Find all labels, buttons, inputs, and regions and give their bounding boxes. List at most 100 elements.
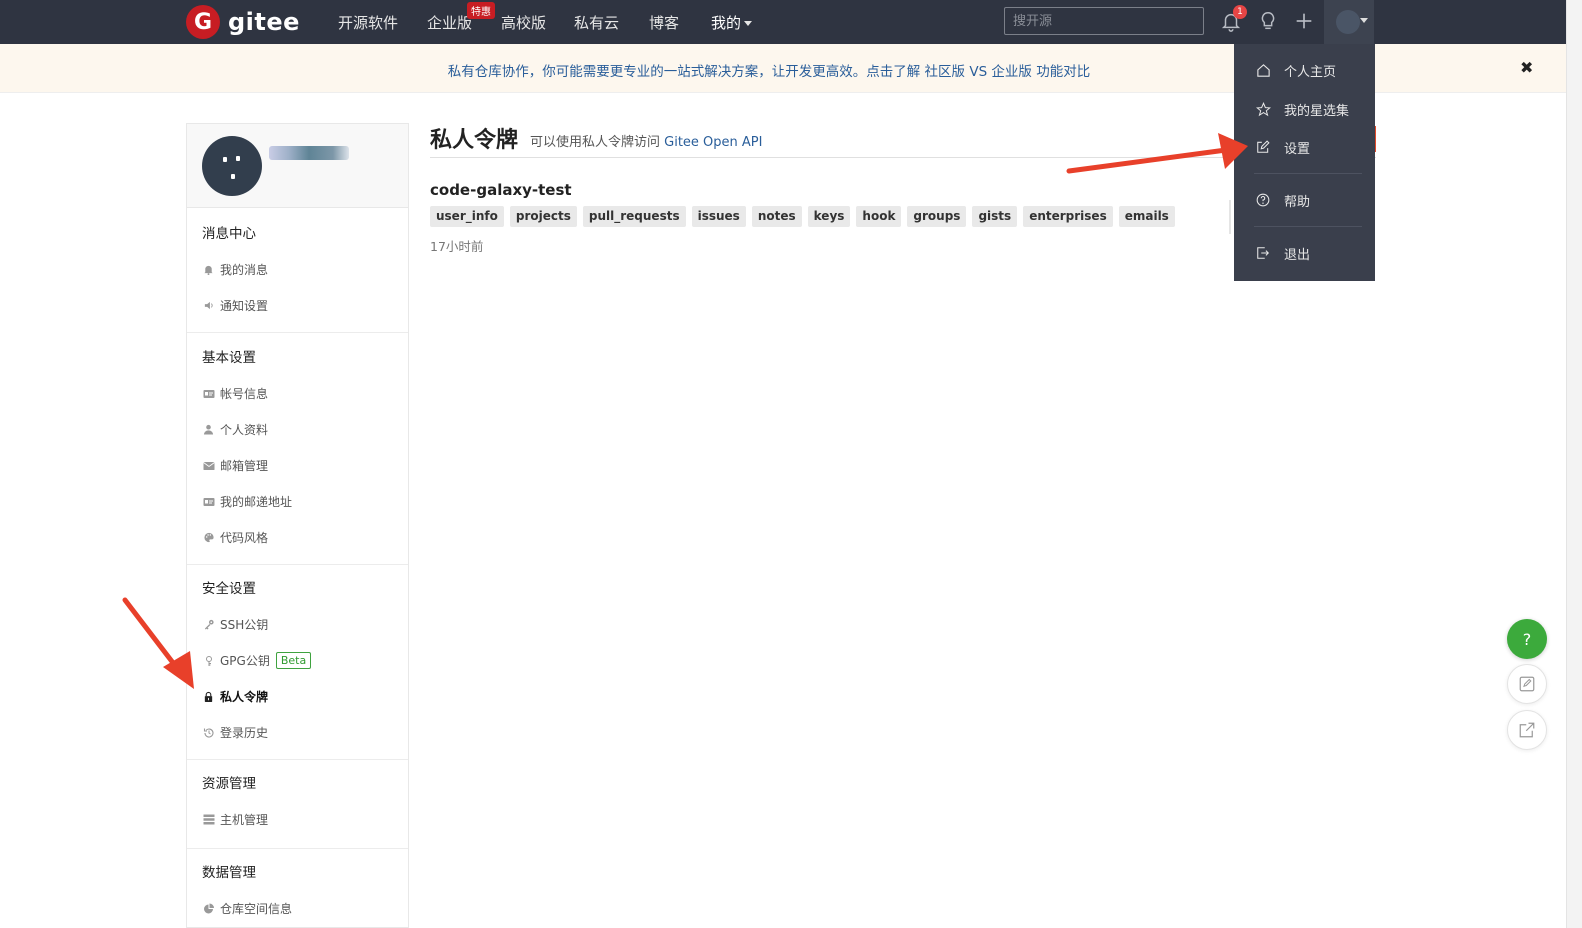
scope-badge: groups	[907, 206, 967, 227]
page-subtitle: 可以使用私人令牌访问 Gitee Open API	[530, 131, 762, 150]
sidebar-item-private-tokens[interactable]: 私人令牌	[202, 688, 268, 705]
home-icon	[1254, 63, 1272, 78]
id-card-icon	[202, 387, 215, 400]
envelope-icon	[202, 459, 215, 472]
sidebar-item-label: 登录历史	[220, 726, 269, 740]
plus-icon[interactable]	[1293, 10, 1315, 32]
nav-blog[interactable]: 博客	[649, 12, 679, 33]
sidebar-item-label: 主机管理	[220, 813, 269, 827]
gitee-logo-icon: G	[186, 5, 220, 39]
nav-enterprise[interactable]: 企业版	[427, 12, 472, 33]
sidebar-item-account[interactable]: 帐号信息	[202, 385, 268, 402]
help-float-label: ?	[1522, 629, 1532, 649]
page-subtitle-text: 可以使用私人令牌访问	[530, 135, 665, 150]
history-icon	[202, 726, 215, 739]
nav-mine-label: 我的	[711, 14, 742, 32]
help-float-button[interactable]: ?	[1507, 619, 1547, 659]
nav-university[interactable]: 高校版	[501, 12, 546, 33]
page-title: 私人令牌	[430, 128, 519, 153]
dropdown-item-label: 我的星选集	[1284, 103, 1350, 119]
arrow-to-private-tokens	[122, 597, 194, 689]
external-link-icon	[1519, 722, 1535, 738]
scope-badge: hook	[856, 206, 902, 227]
sidebar-group-messages: 消息中心	[202, 226, 256, 242]
sidebar-item-label: 个人资料	[220, 423, 269, 437]
nav-mine[interactable]: 我的	[711, 12, 753, 33]
nav-open-source[interactable]: 开源软件	[338, 12, 398, 33]
bell-icon	[202, 263, 215, 276]
sidebar-group-data: 数据管理	[202, 865, 256, 881]
sidebar-item-label: GPG公钥	[220, 654, 270, 668]
token-scopes: user_info projects pull_requests issues …	[430, 206, 1175, 227]
star-icon	[1254, 101, 1272, 117]
open-api-link[interactable]: Gitee Open API	[664, 135, 762, 150]
sidebar-item-label: 私人令牌	[220, 690, 269, 704]
arrow-to-settings	[1066, 133, 1248, 174]
dropdown-item-label: 帮助	[1284, 194, 1311, 210]
avatar[interactable]	[202, 136, 262, 196]
dropdown-item-label: 个人主页	[1284, 64, 1337, 80]
sidebar-item-hosts[interactable]: 主机管理	[202, 811, 268, 828]
dropdown-item-stars[interactable]: 我的星选集	[1234, 94, 1375, 124]
sidebar-item-label: 通知设置	[220, 299, 269, 313]
address-card-icon	[202, 495, 215, 508]
user-icon	[202, 423, 215, 436]
settings-sidebar: 消息中心 我的消息 通知设置 基本设置 帐号信息 个人资料 邮箱管理 我的邮递地…	[186, 123, 409, 928]
chevron-down-icon	[744, 21, 753, 26]
sidebar-item-my-messages[interactable]: 我的消息	[202, 261, 268, 278]
sidebar-item-ssh-keys[interactable]: SSH公钥	[202, 616, 268, 633]
palette-icon	[202, 531, 215, 544]
sidebar-group-basic: 基本设置	[202, 350, 256, 366]
sidebar-item-address[interactable]: 我的邮递地址	[202, 493, 292, 510]
scope-badge: projects	[509, 206, 577, 227]
logout-icon	[1254, 246, 1272, 260]
scope-badge: user_info	[430, 206, 504, 227]
beta-badge: Beta	[275, 652, 312, 669]
scope-badge: notes	[751, 206, 802, 227]
dropdown-item-label: 设置	[1284, 141, 1311, 157]
nav-private-cloud[interactable]: 私有云	[574, 12, 619, 33]
scope-badge: keys	[807, 206, 851, 227]
brand-name: gitee	[228, 8, 300, 36]
sidebar-item-label: 仓库空间信息	[220, 902, 293, 916]
lightbulb-icon[interactable]	[1257, 10, 1279, 32]
notification-count-badge: 1	[1233, 5, 1247, 19]
sidebar-item-gpg-keys[interactable]: GPG公钥 Beta	[202, 652, 312, 669]
sidebar-item-label: 代码风格	[220, 531, 269, 545]
sidebar-item-code-style[interactable]: 代码风格	[202, 529, 268, 546]
user-dropdown-menu: 个人主页 我的星选集 设置 帮助 退出	[1234, 44, 1375, 281]
scope-badge: enterprises	[1023, 206, 1113, 227]
banner-close-icon[interactable]: ✖	[1520, 58, 1533, 77]
server-icon	[202, 813, 215, 826]
help-circle-icon	[1254, 193, 1272, 207]
gitee-logo[interactable]: G gitee	[186, 4, 300, 40]
edit-icon	[1254, 140, 1272, 154]
share-float-button[interactable]	[1507, 710, 1547, 750]
profile-summary	[187, 124, 408, 208]
user-avatar-small[interactable]	[1336, 10, 1360, 34]
dropdown-item-help[interactable]: 帮助	[1234, 185, 1375, 215]
banner-compare-link[interactable]: 社区版 VS 企业版 功能对比	[925, 64, 1091, 80]
scope-badge: pull_requests	[582, 206, 686, 227]
sidebar-item-notification-settings[interactable]: 通知设置	[202, 297, 268, 314]
search-input[interactable]	[1004, 7, 1204, 35]
dropdown-item-homepage[interactable]: 个人主页	[1234, 55, 1375, 85]
sidebar-item-label: 帐号信息	[220, 387, 269, 401]
feedback-float-button[interactable]	[1507, 664, 1547, 704]
token-action-edge	[1229, 200, 1231, 234]
top-navbar: G gitee 开源软件 企业版 特惠 高校版 私有云 博客 我的 1	[0, 0, 1582, 44]
sidebar-item-login-history[interactable]: 登录历史	[202, 724, 268, 741]
token-name: code-galaxy-test	[430, 181, 572, 199]
dropdown-item-label: 退出	[1284, 247, 1311, 263]
sidebar-item-repo-space[interactable]: 仓库空间信息	[202, 900, 292, 917]
gpg-key-icon	[202, 654, 215, 667]
banner-text: 私有仓库协作，你可能需要更专业的一站式解决方案，让开发更高效。点击了解	[447, 64, 925, 80]
dropdown-item-logout[interactable]: 退出	[1234, 238, 1375, 268]
sidebar-item-email[interactable]: 邮箱管理	[202, 457, 268, 474]
sidebar-item-profile[interactable]: 个人资料	[202, 421, 268, 438]
scope-badge: gists	[972, 206, 1018, 227]
username-blurred	[269, 146, 349, 160]
page-scrollbar[interactable]	[1566, 0, 1582, 928]
dropdown-item-settings[interactable]: 设置	[1234, 132, 1375, 162]
sidebar-group-security: 安全设置	[202, 581, 256, 597]
